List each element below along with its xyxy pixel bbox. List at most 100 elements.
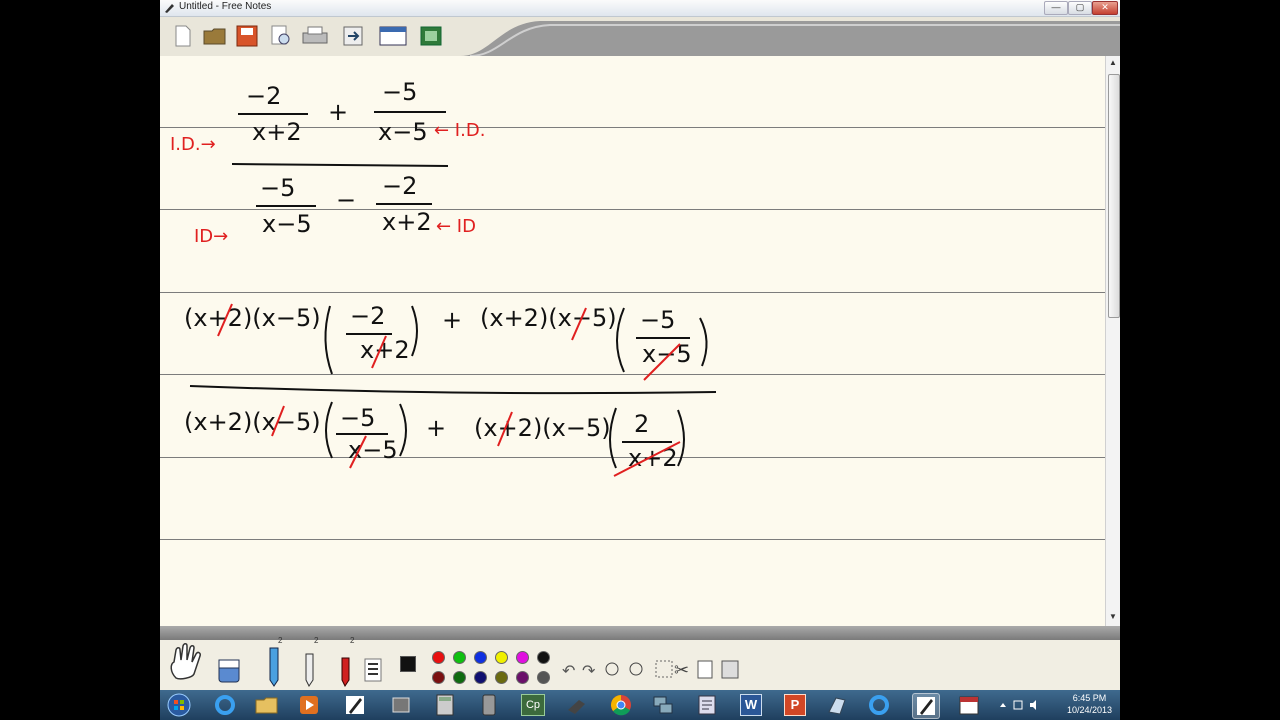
id-label-right: ← ID [436, 216, 476, 237]
pen-icon [917, 697, 935, 715]
screen-capture-button[interactable] [416, 21, 446, 51]
red-pen-icon[interactable] [334, 656, 356, 688]
color-swatch[interactable] [516, 651, 529, 664]
denominator-work: (x+2)(x−5) −5 x−5 + (x+2)(x−5) 2 x+2 [184, 401, 685, 472]
taskbar-media-player[interactable] [296, 693, 322, 717]
taskbar-app2[interactable] [824, 693, 850, 717]
ie-icon [869, 695, 889, 715]
taskbar: Cp W P 6:45 PM 10/24/2013 [160, 690, 1120, 720]
expression-top: −2 x+2 + −5 x−5 [238, 78, 446, 146]
line-width-icon[interactable] [364, 658, 382, 682]
taskbar-explorer[interactable] [254, 693, 280, 717]
taskbar-ie[interactable] [212, 693, 238, 717]
color-swatch[interactable] [495, 651, 508, 664]
fraction-numerator: −2 [246, 82, 281, 110]
app-icon [392, 697, 410, 713]
minimize-button[interactable]: — [1044, 1, 1068, 15]
handwriting-layer: −2 x+2 + −5 x−5 I.D.→ ← I.D. −5 x−5 − −2… [170, 78, 717, 477]
taskbar-free-notes[interactable] [342, 693, 368, 717]
svg-text:+: + [426, 414, 446, 442]
svg-text:x−5: x−5 [642, 340, 692, 368]
maximize-button[interactable]: ▢ [1068, 1, 1092, 15]
paste-icon [697, 660, 713, 679]
scroll-up-icon[interactable]: ▲ [1108, 58, 1118, 68]
app2-icon [828, 697, 846, 715]
plus-sign: + [328, 98, 348, 126]
color-swatch[interactable] [495, 671, 508, 684]
svg-text:−5: −5 [340, 404, 375, 432]
taskbar-phone[interactable] [476, 693, 502, 717]
network-icon [653, 696, 673, 714]
clock[interactable]: 6:45 PM 10/24/2013 [1067, 692, 1112, 716]
pen-icon [165, 4, 174, 13]
color-swatch[interactable] [453, 651, 466, 664]
chrome-icon [611, 695, 631, 716]
print-preview-button[interactable] [266, 21, 296, 51]
eraser-icon[interactable] [216, 656, 242, 686]
folder-icon [255, 697, 278, 714]
scroll-thumb[interactable] [1108, 74, 1120, 318]
fraction-denominator: x+2 [382, 208, 432, 236]
scissors-icon: ✂ [674, 660, 689, 680]
taskbar-network[interactable] [650, 693, 676, 717]
export-button[interactable] [338, 21, 368, 51]
expression-middle: −5 x−5 − −2 x+2 [256, 172, 432, 238]
taskbar-app[interactable] [388, 693, 414, 717]
calculator-icon [436, 694, 454, 716]
svg-text:(x+2)(x−5): (x+2)(x−5) [184, 408, 321, 436]
taskbar-calculator[interactable] [432, 693, 458, 717]
color-swatch[interactable] [453, 671, 466, 684]
taskbar-chrome[interactable] [608, 693, 634, 717]
close-button[interactable]: ✕ [1092, 1, 1118, 15]
phone-icon [482, 694, 496, 716]
svg-text:x−5: x−5 [348, 436, 398, 464]
new-note-button[interactable] [168, 21, 198, 51]
current-color-swatch[interactable] [400, 656, 416, 672]
taskbar-document[interactable] [694, 693, 720, 717]
print-button[interactable] [300, 21, 330, 51]
capture-icon [420, 26, 442, 46]
start-button[interactable] [166, 693, 192, 717]
hand-tool-icon[interactable] [166, 642, 206, 682]
color-swatch[interactable] [537, 651, 550, 664]
zoom-in-icon [605, 662, 619, 676]
id-label-right: ← I.D. [434, 120, 485, 141]
title-bar: Untitled - Free Notes — ▢ ✕ [160, 0, 1120, 17]
fullscreen-button[interactable] [378, 21, 408, 51]
window-title: Untitled - Free Notes [179, 1, 272, 12]
open-button[interactable] [200, 21, 230, 51]
select-icon [655, 660, 673, 678]
new-page-icon [175, 25, 191, 47]
taskbar-word[interactable]: W [738, 693, 764, 717]
screen: Untitled - Free Notes — ▢ ✕ −2 x+2 + −5 … [160, 0, 1120, 720]
taskbar-free-notes-active[interactable] [912, 693, 940, 719]
zoom-out-icon [629, 662, 643, 676]
media-player-icon [300, 696, 318, 714]
vertical-scrollbar[interactable]: ▲ ▼ [1105, 56, 1120, 626]
color-swatch[interactable] [537, 671, 550, 684]
taskbar-captivate[interactable]: Cp [520, 693, 546, 717]
taskbar-powerpoint[interactable]: P [782, 693, 808, 717]
blue-pen-icon[interactable] [262, 646, 284, 688]
captivate-icon: Cp [521, 694, 545, 716]
note-page[interactable]: −2 x+2 + −5 x−5 I.D.→ ← I.D. −5 x−5 − −2… [160, 56, 1105, 626]
color-swatch[interactable] [432, 651, 445, 664]
export-icon [343, 26, 363, 46]
scroll-down-icon[interactable]: ▼ [1108, 612, 1118, 622]
color-swatch[interactable] [474, 651, 487, 664]
color-swatch[interactable] [516, 671, 529, 684]
taskbar-calendar[interactable] [956, 693, 982, 717]
color-swatch[interactable] [474, 671, 487, 684]
id-label-left: I.D.→ [170, 134, 216, 155]
undo-icon: ↶ [562, 663, 575, 680]
taskbar-tool[interactable] [564, 693, 590, 717]
svg-text:2: 2 [634, 410, 649, 438]
system-tray-icons[interactable] [998, 699, 1042, 711]
save-button[interactable] [232, 21, 262, 51]
folder-icon [203, 28, 226, 45]
color-swatch[interactable] [432, 671, 445, 684]
svg-text:(x+2)(x−5): (x+2)(x−5) [480, 304, 617, 332]
taskbar-ie2[interactable] [866, 693, 892, 717]
gray-pen-icon[interactable] [298, 652, 320, 688]
magnifier-page-icon [271, 25, 290, 45]
